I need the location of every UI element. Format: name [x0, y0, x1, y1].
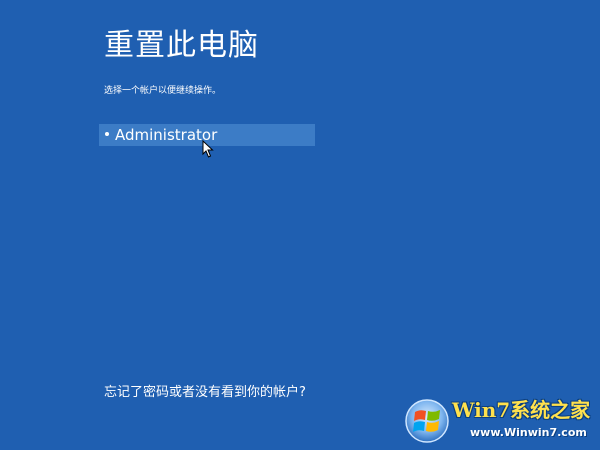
forgot-password-link[interactable]: 忘记了密码或者没有看到你的帐户? — [104, 384, 306, 402]
reset-pc-screen: 重置此电脑 选择一个帐户以便继续操作。 Administrator 忘记了密码或… — [0, 0, 600, 450]
watermark-brand: Win7系统之家 — [452, 398, 591, 422]
mouse-pointer-icon — [202, 140, 214, 158]
watermark: Win7系统之家 www.Winwin7.com — [404, 396, 596, 446]
windows-logo-icon — [405, 399, 449, 443]
bullet-icon — [105, 132, 109, 136]
watermark-url: www.Winwin7.com — [470, 426, 587, 439]
page-subtitle: 选择一个帐户以便继续操作。 — [104, 86, 222, 96]
page-title: 重置此电脑 — [104, 28, 259, 63]
